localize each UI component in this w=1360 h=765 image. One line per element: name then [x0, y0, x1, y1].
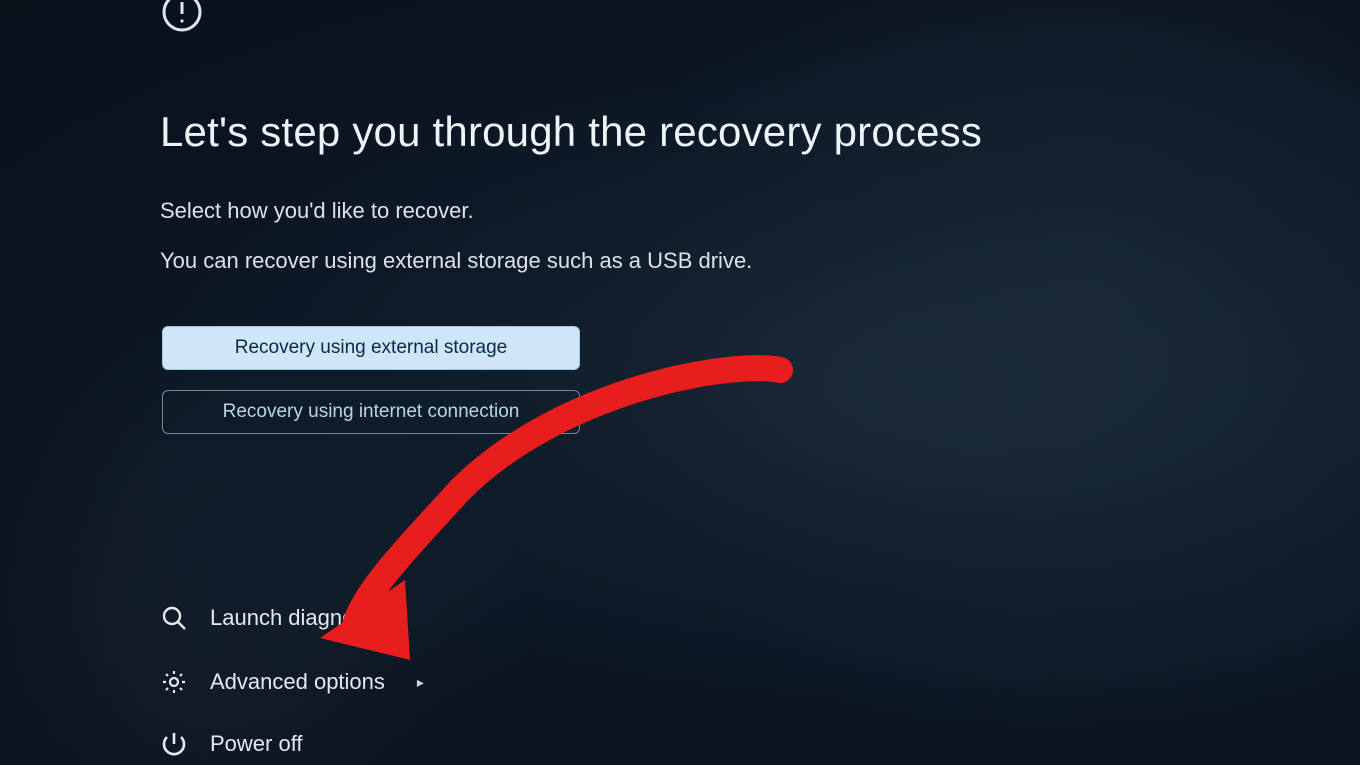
- search-icon: [160, 604, 188, 632]
- action-label: Power off: [210, 731, 303, 757]
- action-label: Advanced options: [210, 669, 385, 695]
- launch-diagnostics-link[interactable]: Launch diagnostics: [160, 604, 398, 632]
- button-label: Recovery using internet connection: [223, 401, 520, 423]
- action-label: Launch diagnostics: [210, 605, 398, 631]
- gear-icon: [160, 668, 188, 696]
- power-off-link[interactable]: Power off: [160, 730, 303, 758]
- chevron-right-icon: ▸: [417, 674, 424, 691]
- page-title: Let's step you through the recovery proc…: [160, 108, 982, 156]
- subtitle-line-2: You can recover using external storage s…: [160, 248, 752, 274]
- power-icon: [160, 730, 188, 758]
- recovery-external-storage-button[interactable]: Recovery using external storage: [162, 326, 580, 370]
- recovery-internet-connection-button[interactable]: Recovery using internet connection: [162, 390, 580, 434]
- subtitle-line-1: Select how you'd like to recover.: [160, 198, 474, 224]
- button-label: Recovery using external storage: [235, 337, 507, 359]
- advanced-options-link[interactable]: Advanced options ▸: [160, 668, 424, 696]
- info-icon: [160, 0, 204, 34]
